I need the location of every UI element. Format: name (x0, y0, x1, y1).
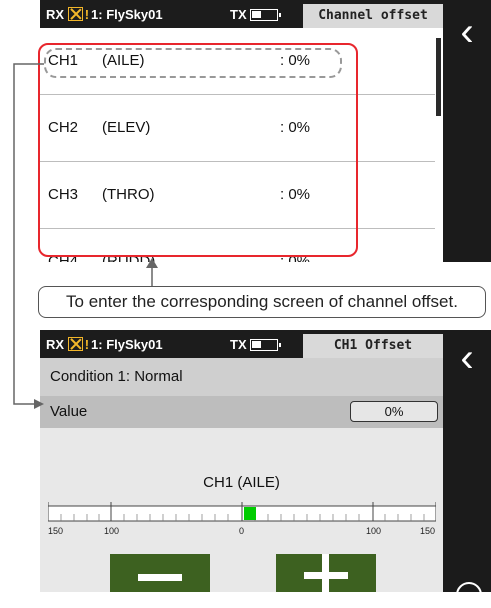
callout-note: To enter the corresponding screen of cha… (38, 286, 486, 318)
back-icon[interactable]: ‹ (443, 8, 491, 56)
rx-status: RX ! 1: FlySky01 (46, 337, 163, 352)
model-name: 1: FlySky01 (91, 7, 163, 22)
back-icon[interactable]: ‹ (443, 334, 491, 382)
offset-gauge: 150 100 0 100 150 (48, 502, 436, 536)
offset-indicator (244, 507, 256, 520)
channel-label: CH1 (AILE) (203, 474, 280, 491)
decrease-button[interactable] (110, 554, 210, 592)
tx-label: TX (230, 7, 247, 22)
model-name: 1: FlySky01 (91, 337, 163, 352)
minus-icon (138, 574, 182, 581)
condition-label: Condition 1: Normal (50, 368, 183, 385)
rx-label: RX (46, 337, 65, 352)
value-row[interactable]: Value 0% (40, 396, 443, 428)
circle-icon[interactable] (456, 582, 482, 608)
ch1-offset-screen: RX ! 1: FlySky01 TX CH1 Offset Condition … (40, 330, 443, 592)
battery-icon (249, 9, 281, 21)
scale-label: 0 (239, 526, 244, 536)
side-panel: ‹ (443, 330, 491, 608)
offset-value-field[interactable]: 0% (350, 401, 438, 422)
value-label: Value (50, 403, 88, 420)
page-title: Channel offset (303, 4, 443, 28)
tx-status: TX (230, 337, 281, 352)
rx-disconnected-icon (67, 7, 83, 21)
rx-status: RX ! 1: FlySky01 (46, 7, 163, 22)
warning-icon: ! (84, 337, 90, 352)
selection-highlight (44, 48, 342, 78)
page-title: CH1 Offset (303, 334, 443, 358)
scale-label: 150 (48, 526, 63, 536)
side-panel: ‹ (443, 0, 491, 262)
tx-label: TX (230, 337, 247, 352)
scale-label: 100 (104, 526, 119, 536)
condition-row[interactable]: Condition 1: Normal (40, 358, 443, 397)
scale-label: 100 (366, 526, 381, 536)
tx-status: TX (230, 7, 281, 22)
warning-icon: ! (84, 7, 90, 22)
rx-label: RX (46, 7, 65, 22)
scale-label: 150 (420, 526, 435, 536)
battery-icon (249, 339, 281, 351)
scrollbar[interactable] (436, 38, 441, 116)
increase-button[interactable] (276, 554, 376, 592)
rx-disconnected-icon (67, 337, 83, 351)
